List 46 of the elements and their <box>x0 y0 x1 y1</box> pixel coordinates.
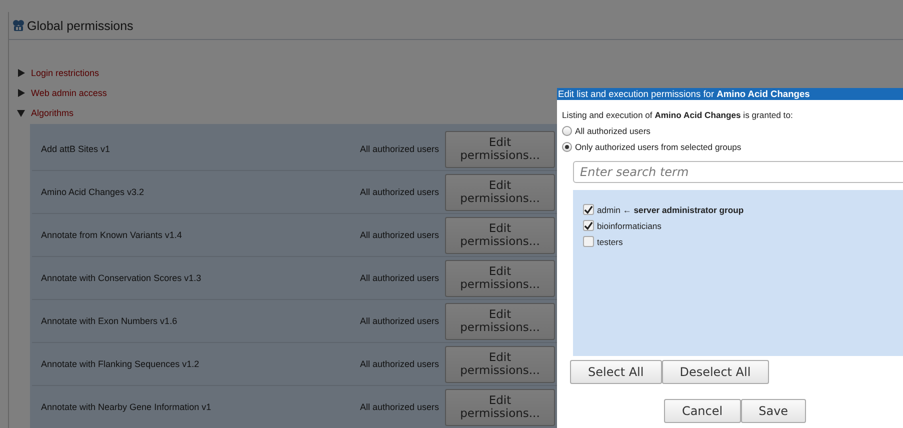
edit-permissions-button[interactable]: Edit permissions... <box>445 260 555 296</box>
select-all-button[interactable]: Select All <box>570 360 662 384</box>
algorithm-name: Annotate with Exon Numbers v1.6 <box>41 316 178 326</box>
algorithm-name: Annotate with Flanking Sequences v1.2 <box>41 359 200 369</box>
section-link[interactable]: Login restrictions <box>31 68 100 78</box>
save-button[interactable]: Save <box>740 399 806 423</box>
access-label: All authorized users <box>360 187 439 197</box>
checkbox[interactable] <box>583 204 594 215</box>
deselect-all-button[interactable]: Deselect All <box>662 360 769 384</box>
expanded-triangle-icon[interactable] <box>17 108 25 116</box>
edit-permissions-button[interactable]: Edit permissions... <box>445 302 555 340</box>
group-label[interactable]: bioinformaticians <box>597 221 662 231</box>
edit-permissions-button[interactable]: Edit permissions... <box>445 388 555 426</box>
dialog-title: Edit list and execution permissions for Amino Acid Changes <box>557 88 903 100</box>
radio-button[interactable] <box>562 142 572 152</box>
access-label: All authorized users <box>360 230 439 240</box>
group-label[interactable]: testers <box>597 237 623 247</box>
group-icon <box>12 19 25 32</box>
access-label: All authorized users <box>360 359 439 369</box>
algorithm-name: Add attB Sites v1 <box>41 144 112 154</box>
algorithm-name: Annotate with Nearby Gene Information v1 <box>41 402 212 412</box>
access-label: All authorized users <box>360 144 439 154</box>
algorithm-name: Annotate from Known Variants v1.4 <box>41 230 183 240</box>
radio-button[interactable] <box>562 126 572 136</box>
algorithm-name: Amino Acid Changes v3.2 <box>41 187 146 197</box>
edit-permissions-button[interactable]: Edit permissions... <box>445 130 555 168</box>
collapsed-triangle-icon[interactable] <box>17 68 25 76</box>
access-label: All authorized users <box>360 316 439 326</box>
edit-permissions-button[interactable]: Edit permissions... <box>445 174 555 210</box>
checkbox[interactable] <box>583 220 594 231</box>
page-title: Global permissions <box>27 18 134 32</box>
access-label: All authorized users <box>360 402 439 412</box>
cancel-button[interactable]: Cancel <box>664 399 741 423</box>
group-label[interactable]: admin ← server administrator group <box>597 205 744 215</box>
dialog-intro: Listing and execution of Amino Acid Changes is granted to: <box>562 110 794 120</box>
section-link[interactable]: Web admin access <box>31 88 107 98</box>
algorithm-name: Annotate with Conservation Scores v1.3 <box>41 273 202 283</box>
section-link[interactable]: Algorithms <box>31 108 74 118</box>
checkbox[interactable] <box>583 236 594 247</box>
radio-label[interactable]: Only authorized users from selected groups <box>575 142 742 152</box>
access-label: All authorized users <box>360 273 439 283</box>
edit-permissions-button[interactable]: Edit permissions... <box>445 346 555 382</box>
collapsed-triangle-icon[interactable] <box>17 88 25 96</box>
edit-permissions-button[interactable]: Edit permissions... <box>445 216 555 254</box>
radio-label[interactable]: All authorized users <box>575 126 650 136</box>
search-field[interactable]: Enter search term <box>573 161 903 183</box>
